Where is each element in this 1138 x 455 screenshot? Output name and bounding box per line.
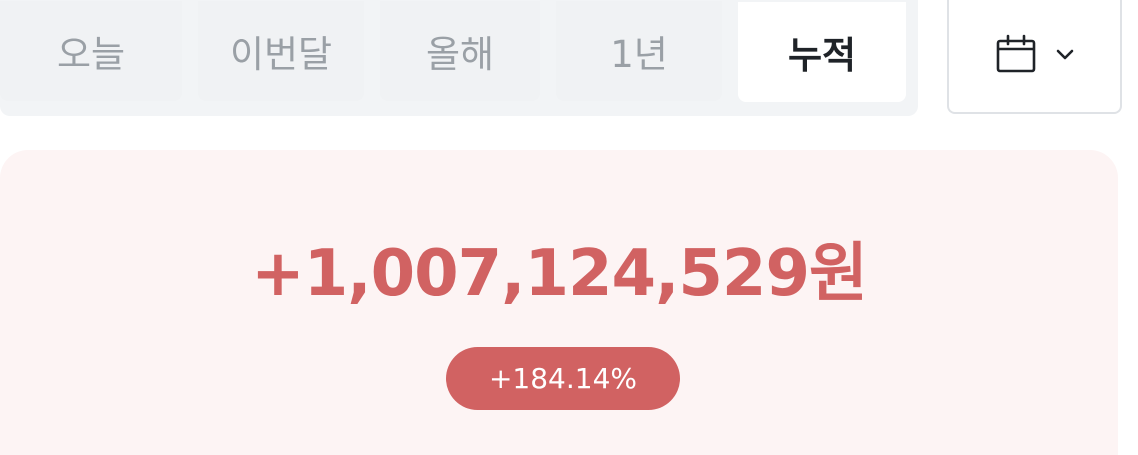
tab-this-year[interactable]: 올해 bbox=[380, 1, 540, 101]
date-picker-button[interactable] bbox=[947, 0, 1122, 114]
tab-one-year[interactable]: 1년 bbox=[556, 1, 722, 101]
profit-rate-badge: +184.14% bbox=[446, 347, 680, 410]
profit-summary-card: +1,007,124,529원 +184.14% bbox=[0, 150, 1118, 455]
cumulative-profit-amount: +1,007,124,529원 bbox=[251, 237, 868, 311]
profit-summary-screen: 오늘 이번달 올해 1년 누적 +1,007,124,529원 +184.14% bbox=[0, 0, 1138, 455]
calendar-icon bbox=[995, 33, 1037, 79]
tab-today[interactable]: 오늘 bbox=[0, 1, 182, 101]
period-tab-bar: 오늘 이번달 올해 1년 누적 bbox=[0, 0, 918, 116]
chevron-down-icon bbox=[1055, 47, 1075, 66]
profit-rate-label: +184.14% bbox=[488, 362, 638, 395]
tab-this-month[interactable]: 이번달 bbox=[198, 1, 364, 101]
tab-cumulative[interactable]: 누적 bbox=[738, 2, 906, 102]
